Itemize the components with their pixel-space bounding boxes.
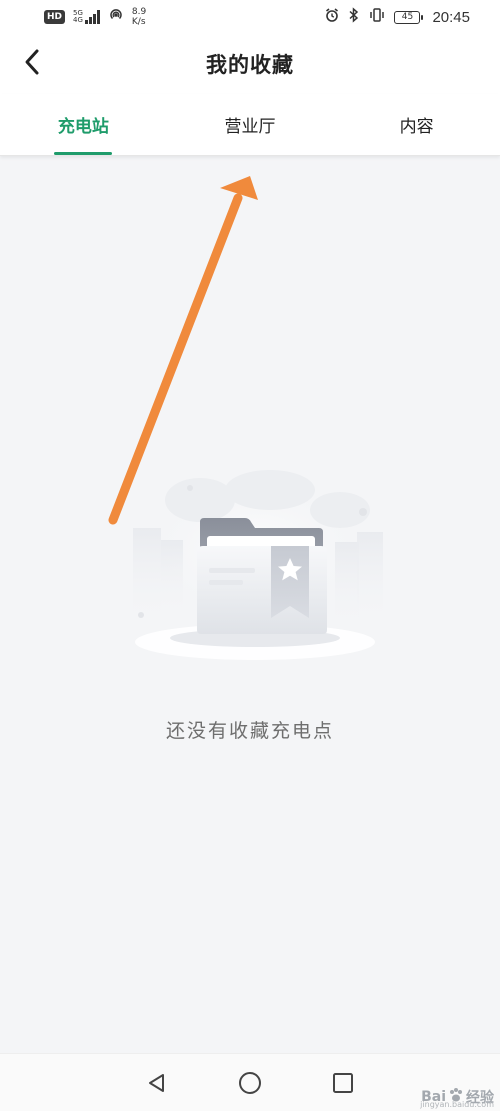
- header: 我的收藏: [0, 34, 500, 94]
- nav-home-button[interactable]: [230, 1063, 270, 1103]
- vibrate-icon: [368, 7, 386, 27]
- bluetooth-icon: [348, 7, 360, 27]
- empty-state-message: 还没有收藏充电点: [165, 720, 334, 742]
- hotspot-icon: [108, 7, 124, 27]
- empty-state-illustration: [95, 470, 405, 680]
- net-speed-value: 8.9: [131, 7, 147, 17]
- tab-bar: 充电站 营业厅 内容: [0, 94, 500, 156]
- tab-service-hall[interactable]: 营业厅: [167, 94, 334, 155]
- hd-badge: HD: [44, 10, 66, 24]
- triangle-back-icon: [148, 1073, 164, 1092]
- battery-icon: 45: [394, 10, 424, 24]
- alarm-icon: [324, 7, 340, 27]
- page-title: 我的收藏: [206, 53, 294, 77]
- tab-content[interactable]: 内容: [333, 94, 500, 155]
- active-tab-indicator: [54, 152, 113, 155]
- chevron-left-icon: [22, 47, 42, 81]
- nav-recent-button[interactable]: [323, 1063, 363, 1103]
- status-right: 45 20:45: [324, 7, 470, 27]
- screen: HD 5G 4G 8.9 K/s 45 20:45 我的收藏 充电站 营业厅 内…: [0, 0, 500, 1111]
- folder-star-illustration-icon: [133, 470, 383, 660]
- status-time: 20:45: [432, 8, 470, 26]
- signal-4g-label: 4G: [73, 16, 83, 24]
- watermark-url: jingyan.baidu.com: [420, 1100, 494, 1109]
- back-button[interactable]: [12, 42, 52, 86]
- circle-home-icon: [238, 1071, 261, 1094]
- status-bar: HD 5G 4G 8.9 K/s 45 20:45: [0, 0, 500, 34]
- signal-indicator: 5G 4G: [73, 10, 100, 24]
- tab-label: 充电站: [57, 117, 109, 137]
- nav-back-button[interactable]: [137, 1063, 177, 1103]
- signal-bars-icon: [84, 10, 100, 24]
- tab-label: 内容: [399, 117, 434, 137]
- status-left: HD 5G 4G 8.9 K/s: [44, 7, 146, 27]
- net-speed-unit: K/s: [131, 17, 146, 27]
- net-speed: 8.9 K/s: [132, 7, 146, 27]
- tab-label: 营业厅: [224, 117, 276, 137]
- tab-charging-station[interactable]: 充电站: [0, 94, 167, 155]
- square-recent-icon: [333, 1072, 354, 1093]
